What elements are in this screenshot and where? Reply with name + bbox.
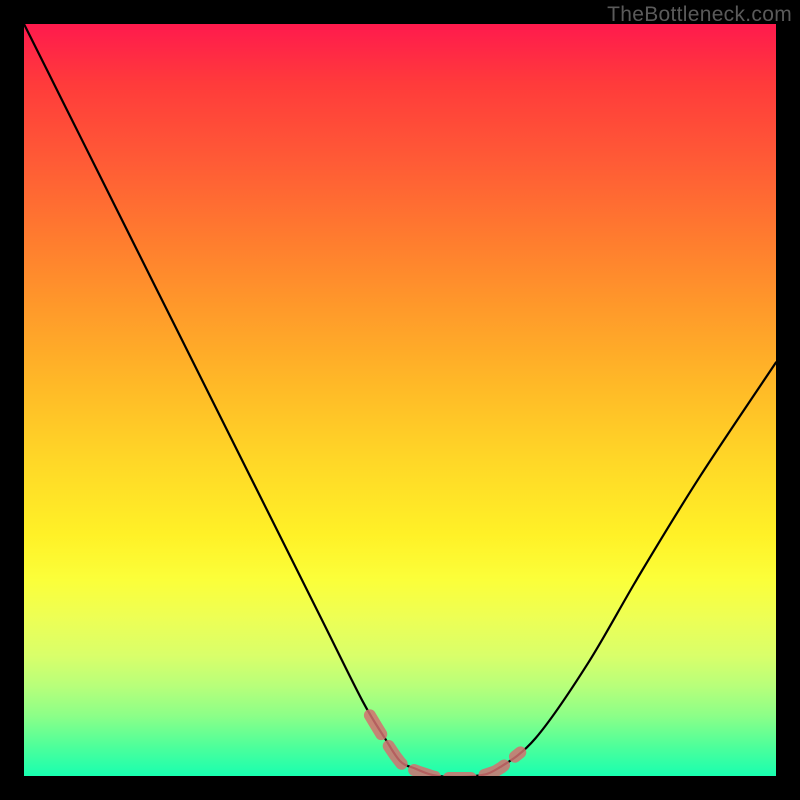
- optimal-zone-marker: [370, 715, 520, 776]
- bottleneck-chart: [24, 24, 776, 776]
- watermark-text: TheBottleneck.com: [607, 3, 792, 27]
- chart-area: [24, 24, 776, 776]
- bottleneck-curve: [24, 24, 776, 776]
